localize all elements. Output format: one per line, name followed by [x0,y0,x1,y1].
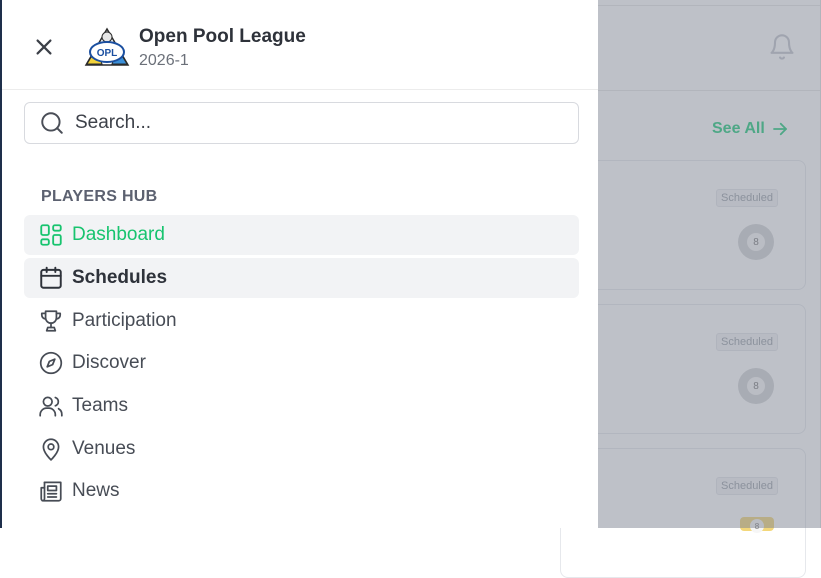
nav-item-label: Venues [72,438,136,459]
section-title-players-hub: PLAYERS HUB [41,188,158,205]
nav-item-discover[interactable]: Discover [24,343,579,383]
compass-icon [38,350,64,376]
map-pin-icon [38,436,64,462]
trophy-icon [38,308,64,334]
league-name: Open Pool League [139,26,306,47]
close-button[interactable] [32,35,56,59]
nav-item-label: Discover [72,352,146,373]
league-logo: OPL [84,27,130,67]
search-box[interactable] [24,102,579,144]
search-input[interactable] [73,111,537,135]
newspaper-icon [38,478,64,504]
nav-item-label: Participation [72,310,177,331]
calendar-icon [38,265,64,291]
nav-item-label: Teams [72,395,128,416]
users-icon [38,393,64,419]
nav-item-participation[interactable]: Participation [24,301,579,341]
nav-item-news[interactable]: News [24,471,579,511]
nav-item-schedules[interactable]: Schedules [24,258,579,298]
navigation-drawer: OPL Open Pool League 2026-1 PLAYERS HUB … [0,0,598,528]
nav-item-label: Dashboard [72,224,165,245]
nav-item-venues[interactable]: Venues [24,429,579,469]
dashboard-icon [38,222,64,248]
close-icon [36,39,52,55]
drawer-header: OPL Open Pool League 2026-1 [2,0,598,90]
nav-item-dashboard[interactable]: Dashboard [24,215,579,255]
search-icon [41,112,63,134]
nav-item-label: Schedules [72,267,168,288]
logo-text: OPL [97,48,118,59]
league-season: 2026-1 [139,52,189,69]
nav-item-teams[interactable]: Teams [24,386,579,426]
nav-item-label: News [72,480,120,501]
